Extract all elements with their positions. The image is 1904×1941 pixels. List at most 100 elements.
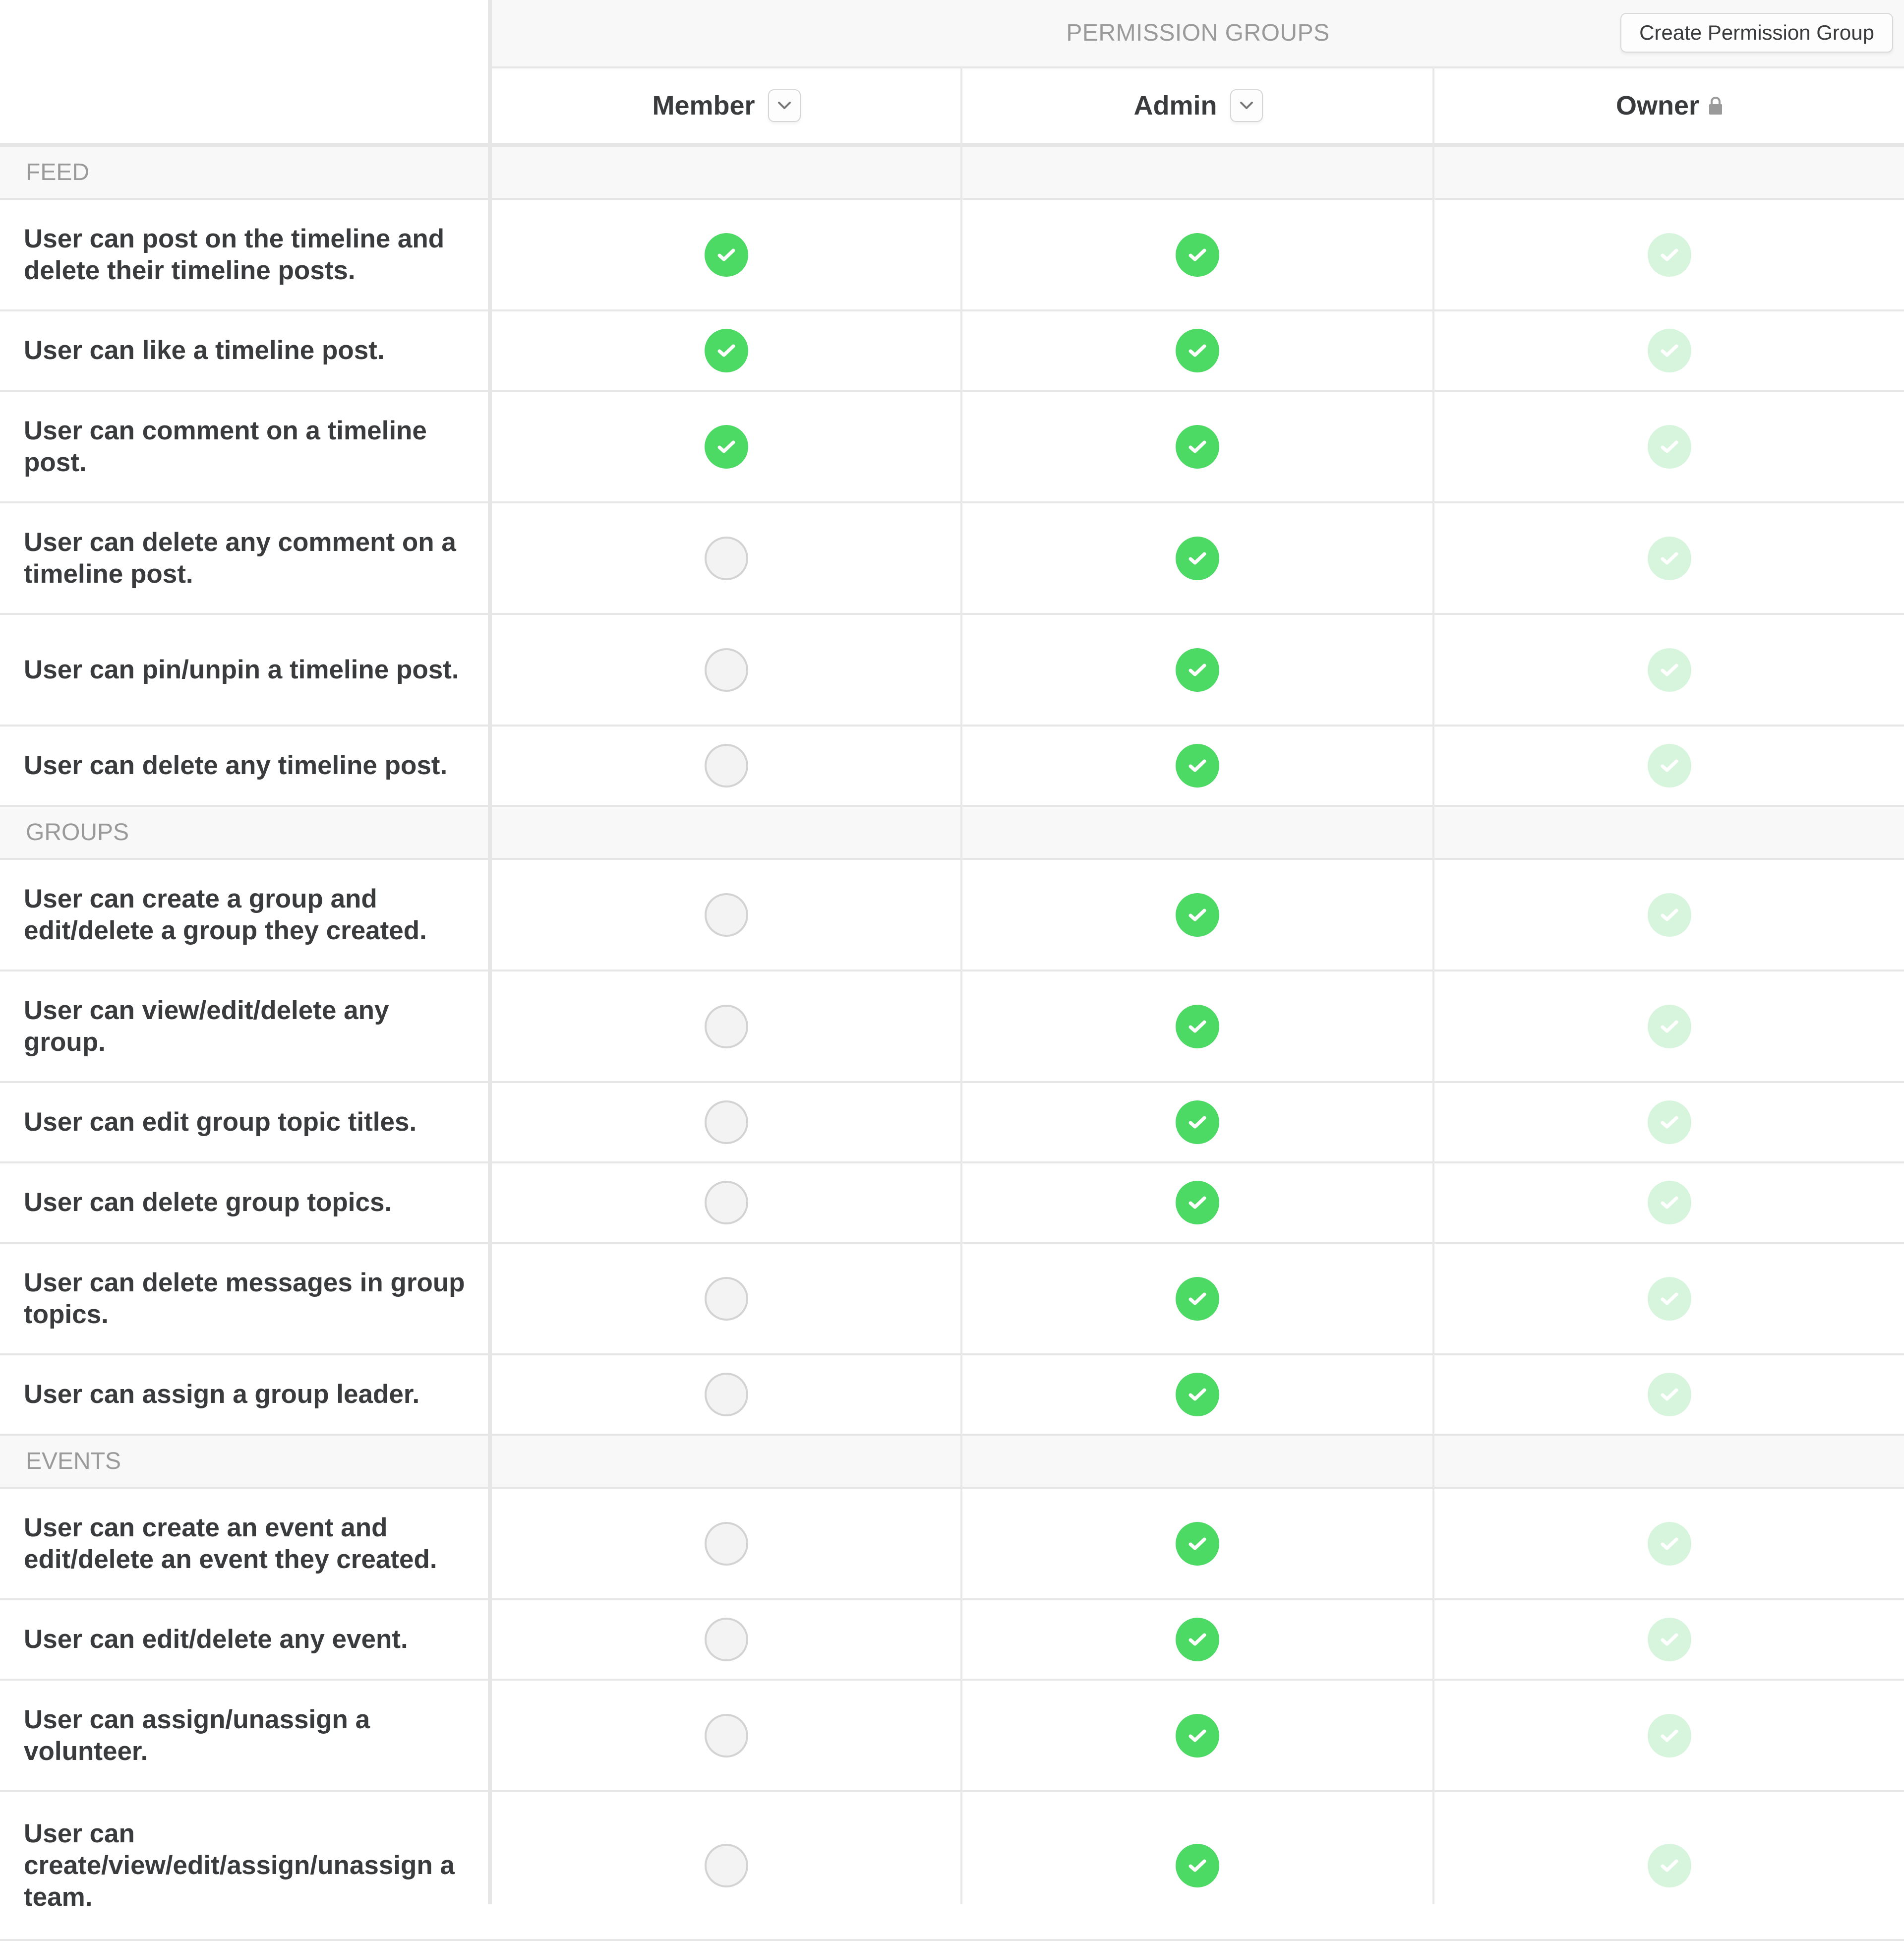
empty-circle-icon[interactable] [704,1276,748,1321]
locked-check-icon [1647,893,1691,937]
locked-check-icon [1647,1181,1691,1224]
permission-cell-owner [1434,1600,1904,1679]
empty-circle-icon[interactable] [704,1004,748,1048]
empty-circle-icon[interactable] [704,1100,748,1144]
empty-circle-icon[interactable] [704,1618,748,1661]
check-circle-icon[interactable] [1176,1618,1219,1661]
check-circle-icon[interactable] [1176,536,1219,580]
empty-circle-icon[interactable] [704,1844,748,1887]
check-circle-icon[interactable] [1176,1844,1219,1887]
permission-cell-member [492,311,960,390]
permission-cell-owner [1434,311,1904,390]
check-circle-icon[interactable] [1176,1713,1219,1758]
member-dropdown-button[interactable] [768,89,801,122]
check-circle-icon[interactable] [1176,1100,1219,1144]
locked-check-icon [1647,1276,1691,1321]
column-header-admin: Admin [963,68,1433,143]
permission-cell-owner [1434,1083,1904,1161]
permission-label: User can edit/delete any event. [24,1625,408,1654]
permission-cell-admin [962,392,1432,501]
header-divider [0,143,1904,147]
permission-cell-admin [962,727,1432,805]
empty-circle-icon[interactable] [704,1373,748,1416]
check-circle-icon[interactable] [704,425,748,469]
check-circle-icon[interactable] [1176,1004,1219,1048]
create-permission-group-button[interactable]: Create Permission Group [1620,13,1893,53]
lock-icon [1708,96,1723,116]
permission-row: User can create an event and edit/delete… [0,1489,1904,1600]
permission-cell-member [492,615,960,725]
check-circle-icon[interactable] [1176,425,1219,469]
permission-label: User can comment on a timeline post. [24,416,427,477]
locked-check-icon [1647,1100,1691,1144]
permission-cell-owner [1434,503,1904,613]
permission-cell-owner [1434,1681,1904,1790]
check-circle-icon[interactable] [704,233,748,277]
permission-cell-admin [962,503,1432,613]
permission-cell-admin [962,1355,1432,1434]
permission-cell-owner [1434,200,1904,309]
permission-cell-admin [962,1600,1432,1679]
permission-cell-member [492,1792,960,1939]
permission-row: User can delete messages in group topics… [0,1244,1904,1355]
label-column-divider [488,0,492,1904]
section-label: FEED [26,159,90,185]
check-circle-icon[interactable] [1176,329,1219,372]
column-header-owner: Owner [1435,68,1904,143]
check-circle-icon[interactable] [1176,1373,1219,1416]
empty-circle-icon[interactable] [704,536,748,580]
permission-row: User can create a group and edit/delete … [0,860,1904,971]
check-circle-icon[interactable] [1176,1276,1219,1321]
check-circle-icon[interactable] [1176,1181,1219,1224]
column-label-admin: Admin [1133,91,1217,121]
permission-cell-member [492,727,960,805]
locked-check-icon [1647,744,1691,788]
permission-cell-member [492,1355,960,1434]
permission-cell-admin [962,200,1432,309]
permission-cell-member [492,1083,960,1161]
locked-check-icon [1647,1373,1691,1416]
permission-label: User can pin/unpin a timeline post. [24,655,459,684]
permission-row: User can delete group topics. [0,1163,1904,1244]
permission-cell-owner [1434,1792,1904,1939]
permission-cell-owner [1434,615,1904,725]
empty-circle-icon[interactable] [704,1713,748,1758]
check-circle-icon[interactable] [704,329,748,372]
permission-cell-admin [962,1489,1432,1598]
permission-cell-admin [962,1244,1432,1353]
locked-check-icon [1647,1004,1691,1048]
permission-cell-member [492,200,960,309]
admin-dropdown-button[interactable] [1230,89,1263,122]
permission-cell-owner [1434,392,1904,501]
check-circle-icon[interactable] [1176,648,1219,692]
column-divider [960,66,962,1904]
locked-check-icon [1647,1844,1691,1887]
permission-row: User can create/view/edit/assign/unassig… [0,1792,1904,1941]
empty-circle-icon[interactable] [704,1181,748,1224]
permissions-table: FEED User can post on the timeline and de… [0,147,1904,1941]
permission-cell-admin [962,311,1432,390]
section-row-feed: FEED [0,147,1904,200]
permission-row: User can assign a group leader. [0,1355,1904,1436]
column-header-member: Member [492,68,961,143]
locked-check-icon [1647,648,1691,692]
permission-row: User can comment on a timeline post. [0,392,1904,503]
permission-row: User can view/edit/delete any group. [0,971,1904,1083]
permission-cell-member [492,503,960,613]
empty-circle-icon[interactable] [704,893,748,937]
empty-circle-icon[interactable] [704,744,748,788]
permission-row: User can edit/delete any event. [0,1600,1904,1681]
permission-cell-admin [962,1083,1432,1161]
check-circle-icon[interactable] [1176,744,1219,788]
permission-row: User can delete any timeline post. [0,727,1904,807]
empty-circle-icon[interactable] [704,1521,748,1566]
permission-label: User can create/view/edit/assign/unassig… [24,1819,455,1912]
corner-blank [0,0,488,144]
permission-label: User can assign a group leader. [24,1380,420,1409]
permission-row: User can post on the timeline and delete… [0,200,1904,311]
empty-circle-icon[interactable] [704,648,748,692]
check-circle-icon[interactable] [1176,893,1219,937]
check-circle-icon[interactable] [1176,233,1219,277]
check-circle-icon[interactable] [1176,1521,1219,1566]
section-row-events: EVENTS [0,1436,1904,1489]
